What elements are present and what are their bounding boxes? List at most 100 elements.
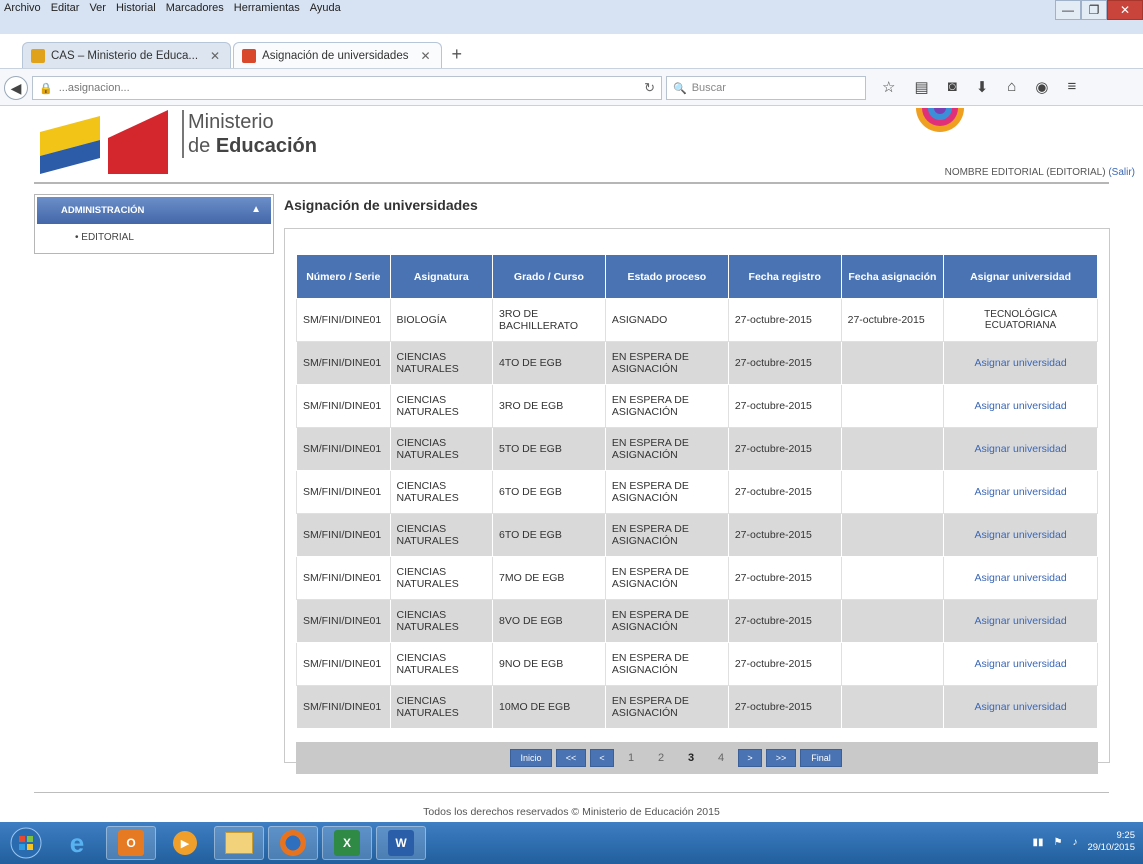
next-block-button[interactable]: >>	[766, 749, 796, 767]
assign-university-link[interactable]: Asignar universidad	[974, 400, 1066, 412]
cell-fecha-registro: 27-octubre-2015	[727, 470, 842, 514]
star-icon[interactable]: ☆	[882, 78, 895, 96]
cell-fecha-asignacion	[840, 642, 945, 686]
cell-estado: EN ESPERA DE ASIGNACIÓN	[604, 384, 729, 428]
close-tab-icon[interactable]: ✕	[420, 49, 430, 63]
current-page-number[interactable]: 3	[678, 749, 704, 767]
browser-titlebar: Archivo Editar Ver Historial Marcadores Herra…	[0, 0, 1143, 34]
cell-estado: EN ESPERA DE ASIGNACIÓN	[604, 513, 729, 557]
cell-fecha-registro: 27-octubre-2015	[727, 556, 842, 600]
sync-icon[interactable]: ◉	[1035, 78, 1048, 96]
cell-estado: EN ESPERA DE ASIGNACIÓN	[604, 341, 729, 385]
assign-university-link[interactable]: Asignar universidad	[974, 615, 1066, 627]
cell-grado: 4TO DE EGB	[492, 341, 606, 385]
assign-university-link[interactable]: Asignar universidad	[974, 658, 1066, 670]
menu-item-3[interactable]: Historial	[116, 2, 156, 18]
menu-icon[interactable]: ≡	[1067, 78, 1076, 96]
tab-asignacion[interactable]: Asignación de universidades ✕	[233, 42, 442, 68]
menu-item-0[interactable]: Archivo	[4, 2, 41, 18]
ie-taskbar-icon[interactable]: e	[52, 826, 102, 860]
ecuador-logo	[40, 110, 168, 174]
cell-serie: SM/FINI/DINE01	[296, 685, 391, 729]
cell-asignatura: CIENCIAS NATURALES	[389, 513, 494, 557]
cell-grado: 3RO DE EGB	[492, 384, 606, 428]
prev-page-button[interactable]: <	[590, 749, 614, 767]
column-header[interactable]: Asignar universidad	[943, 254, 1098, 299]
cell-fecha-asignacion	[840, 556, 945, 600]
cell-fecha-registro: 27-octubre-2015	[727, 427, 842, 471]
column-header[interactable]: Asignatura	[389, 254, 494, 299]
menu-item-4[interactable]: Marcadores	[166, 2, 224, 18]
outlook-taskbar-icon[interactable]: O	[106, 826, 156, 860]
cell-estado: EN ESPERA DE ASIGNACIÓN	[604, 427, 729, 471]
prev-block-button[interactable]: <<	[556, 749, 586, 767]
close-window-button[interactable]: ✕	[1107, 0, 1143, 20]
firefox-taskbar-icon[interactable]	[268, 826, 318, 860]
page-number[interactable]: 4	[708, 749, 734, 767]
cell-grado: 9NO DE EGB	[492, 642, 606, 686]
sidebar: ADMINISTRACIÓN ▲ • EDITORIAL	[34, 194, 274, 254]
menu-item-6[interactable]: Ayuda	[310, 2, 341, 18]
collapse-icon[interactable]: ▲	[251, 204, 261, 215]
column-header[interactable]: Fecha asignación	[840, 254, 945, 299]
column-header[interactable]: Grado / Curso	[492, 254, 606, 299]
sidebar-header[interactable]: ADMINISTRACIÓN ▲	[37, 197, 271, 224]
assign-university-link[interactable]: Asignar universidad	[974, 529, 1066, 541]
column-header[interactable]: Fecha registro	[727, 254, 842, 299]
assign-university-link[interactable]: Asignar universidad	[974, 701, 1066, 713]
home-icon[interactable]: ⌂	[1007, 78, 1016, 96]
volume-icon[interactable]: ♪	[1072, 837, 1077, 848]
bookmarks-icon[interactable]: ▤	[914, 78, 928, 96]
column-header[interactable]: Número / Serie	[296, 254, 391, 299]
page-number[interactable]: 1	[618, 749, 644, 767]
media-player-taskbar-icon[interactable]: ▶	[160, 826, 210, 860]
assign-university-link[interactable]: Asignar universidad	[974, 486, 1066, 498]
cell-asignatura: CIENCIAS NATURALES	[389, 427, 494, 471]
cell-grado: 3RO DE BACHILLERATO	[492, 298, 606, 342]
tab-cas[interactable]: CAS – Ministerio de Educa... ✕	[22, 42, 232, 68]
network-icon[interactable]: ▮▮	[1032, 837, 1043, 848]
footer-copyright: Todos los derechos reservados © Minister…	[423, 806, 720, 818]
search-input[interactable]: 🔍 Buscar	[666, 76, 866, 100]
pagination-bar: Inicio << < 1 2 3 4 > >> Final	[296, 742, 1098, 774]
minimize-button[interactable]: —	[1055, 0, 1081, 20]
first-page-button[interactable]: Inicio	[510, 749, 552, 767]
cell-fecha-registro: 27-octubre-2015	[727, 599, 842, 643]
excel-taskbar-icon[interactable]: X	[322, 826, 372, 860]
windows-taskbar: e O ▶ X W ▮▮ ⚑ ♪ 9:25 29/10/2015	[0, 822, 1143, 864]
new-tab-button[interactable]: +	[452, 44, 463, 68]
assign-university-link[interactable]: Asignar universidad	[974, 572, 1066, 584]
cell-estado: EN ESPERA DE ASIGNACIÓN	[604, 470, 729, 514]
table-row: SM/FINI/DINE01 CIENCIAS NATURALES 4TO DE E…	[296, 341, 1098, 385]
download-icon[interactable]: ⬇	[976, 78, 989, 96]
cell-fecha-asignacion	[840, 599, 945, 643]
maximize-button[interactable]: ❐	[1081, 0, 1107, 20]
cell-grado: 8VO DE EGB	[492, 599, 606, 643]
assign-university-link[interactable]: Asignar universidad	[974, 357, 1066, 369]
back-button[interactable]: ◀	[4, 76, 28, 100]
pocket-icon[interactable]: ◙	[948, 78, 957, 96]
sidebar-item-editorial[interactable]: • EDITORIAL	[35, 226, 273, 243]
page-number[interactable]: 2	[648, 749, 674, 767]
start-button[interactable]	[6, 826, 46, 860]
logout-link[interactable]: (Salir)	[1108, 167, 1135, 178]
cell-serie: SM/FINI/DINE01	[296, 298, 391, 342]
word-taskbar-icon[interactable]: W	[376, 826, 426, 860]
menu-item-2[interactable]: Ver	[89, 2, 106, 18]
clock[interactable]: 9:25 29/10/2015	[1087, 830, 1135, 854]
cell-estado: EN ESPERA DE ASIGNACIÓN	[604, 685, 729, 729]
cell-fecha-asignacion	[840, 427, 945, 471]
explorer-taskbar-icon[interactable]	[214, 826, 264, 860]
assign-university-link[interactable]: Asignar universidad	[974, 443, 1066, 455]
close-tab-icon[interactable]: ✕	[210, 49, 220, 63]
next-page-button[interactable]: >	[738, 749, 762, 767]
table-row: SM/FINI/DINE01 CIENCIAS NATURALES 7MO DE E…	[296, 556, 1098, 600]
menu-item-5[interactable]: Herramientas	[234, 2, 300, 18]
reload-icon[interactable]: ↻	[644, 80, 655, 96]
url-bar[interactable]: 🔒 ...asignacion... ↻	[32, 76, 662, 100]
column-header[interactable]: Estado proceso	[604, 254, 729, 299]
flag-icon[interactable]: ⚑	[1053, 837, 1062, 848]
last-page-button[interactable]: Final	[800, 749, 842, 767]
menu-item-1[interactable]: Editar	[51, 2, 80, 18]
user-name: NOMBRE EDITORIAL (EDITORIAL)	[944, 167, 1106, 178]
